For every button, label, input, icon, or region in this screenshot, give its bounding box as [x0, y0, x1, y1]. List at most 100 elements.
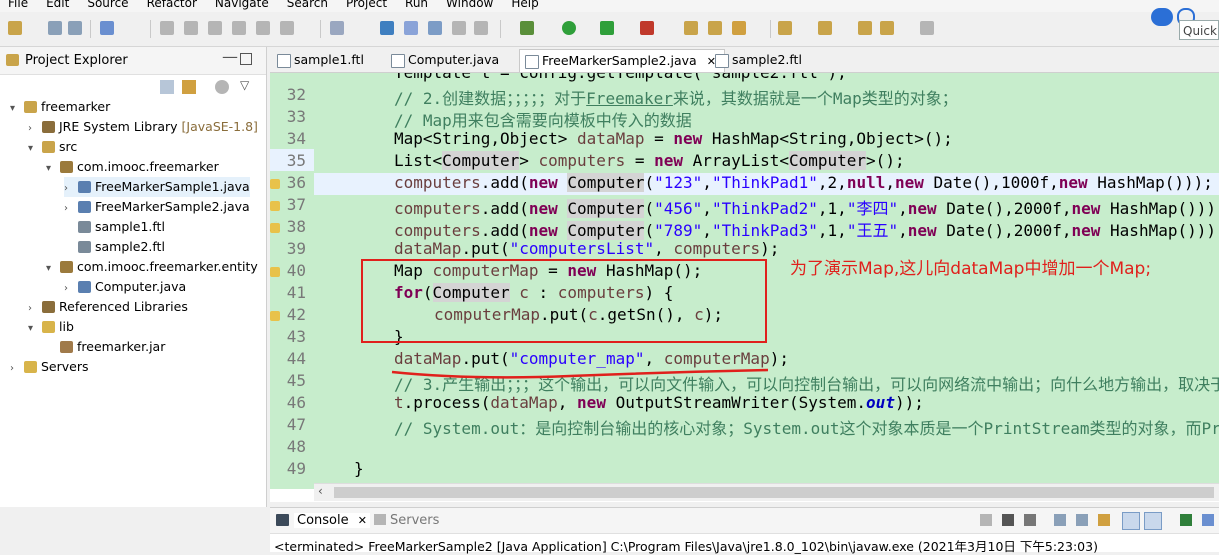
- disconnect-icon[interactable]: [232, 21, 246, 35]
- terminate-icon[interactable]: [208, 21, 222, 35]
- chevron-right-icon[interactable]: ›: [28, 299, 42, 319]
- close-console-icon[interactable]: ✕: [358, 514, 367, 527]
- chevron-right-icon[interactable]: ›: [64, 199, 78, 219]
- warning-icon[interactable]: [270, 179, 280, 189]
- chevron-right-icon[interactable]: ›: [10, 359, 24, 379]
- tab-sample2-ftl[interactable]: sample2.ftl: [710, 49, 810, 71]
- show-whitespace-icon[interactable]: [474, 21, 488, 35]
- tree-item-freemarkersample2-java[interactable]: › FreeMarkerSample2.java: [64, 197, 250, 217]
- open-folder-icon[interactable]: [708, 21, 722, 35]
- next-annotation-icon[interactable]: [778, 21, 792, 35]
- pin-console-icon[interactable]: [1180, 514, 1192, 526]
- chevron-down-icon[interactable]: ▾: [46, 259, 60, 279]
- menu-source[interactable]: Source: [87, 0, 128, 10]
- tab-freemarkersample2-java[interactable]: FreeMarkerSample2.java ✕: [519, 49, 725, 72]
- tab-console[interactable]: Console ✕: [294, 513, 370, 528]
- link-editor-icon[interactable]: [182, 80, 196, 94]
- scrollbar-thumb[interactable]: [334, 487, 1214, 498]
- scroll-lock-icon[interactable]: [1076, 514, 1088, 526]
- tab-computer-java[interactable]: Computer.java: [386, 49, 507, 71]
- chevron-right-icon[interactable]: ›: [64, 179, 78, 199]
- tab-servers[interactable]: Servers: [374, 513, 439, 528]
- tree-item-sample1-ftl[interactable]: sample1.ftl: [64, 217, 165, 237]
- terminate-console-icon[interactable]: [980, 514, 992, 526]
- block-selection-icon[interactable]: [452, 21, 466, 35]
- chevron-down-icon[interactable]: ▾: [10, 99, 24, 119]
- menu-window[interactable]: Window: [446, 0, 493, 10]
- menu-navigate[interactable]: Navigate: [215, 0, 269, 10]
- remove-all-icon[interactable]: [1024, 514, 1036, 526]
- tree-item-referenced-libraries[interactable]: › Referenced Libraries: [28, 297, 188, 317]
- chevron-right-icon[interactable]: ›: [64, 279, 78, 299]
- code-line-31: Template t = config.getTemplate("sample2…: [394, 73, 847, 82]
- warning-icon[interactable]: [270, 223, 280, 233]
- show-stdout-icon[interactable]: [1122, 512, 1140, 530]
- toggle-mark-icon[interactable]: [428, 21, 442, 35]
- tree-item-jre-system-library[interactable]: › JRE System Library [JavaSE-1.8]: [28, 117, 258, 137]
- focus-icon[interactable]: [215, 80, 229, 94]
- coverage-icon[interactable]: [600, 21, 614, 35]
- servers-icon: [374, 514, 386, 525]
- console-header: Console ✕ Servers: [270, 508, 1219, 534]
- save-all-icon[interactable]: [68, 21, 82, 35]
- java-file-icon: [78, 281, 91, 293]
- chevron-right-icon[interactable]: ›: [28, 119, 42, 139]
- tree-item-com-imooc-freemarker-entity[interactable]: ▾ com.imooc.freemarker.entity: [46, 257, 258, 277]
- prev-annotation-icon[interactable]: [818, 21, 832, 35]
- minimize-icon[interactable]: —: [222, 47, 238, 66]
- menu-help[interactable]: Help: [511, 0, 538, 10]
- menu-project[interactable]: Project: [346, 0, 387, 10]
- new-icon[interactable]: [8, 21, 22, 35]
- pin-icon[interactable]: [380, 21, 394, 35]
- debug-icon[interactable]: [520, 21, 534, 35]
- menu-search[interactable]: Search: [287, 0, 328, 10]
- resume-icon[interactable]: [160, 21, 174, 35]
- menu-run[interactable]: Run: [405, 0, 428, 10]
- search-icon[interactable]: [732, 21, 746, 35]
- last-edit-icon[interactable]: [858, 21, 872, 35]
- tree-item-lib[interactable]: ▾ lib: [28, 317, 74, 337]
- suspend-icon[interactable]: [184, 21, 198, 35]
- save-icon[interactable]: [48, 21, 62, 35]
- collapse-all-icon[interactable]: [160, 80, 174, 94]
- tree-item-computer-java[interactable]: › Computer.java: [64, 277, 186, 297]
- tab-sample1-ftl[interactable]: sample1.ftl: [272, 49, 372, 71]
- back-icon[interactable]: [880, 21, 894, 35]
- tree-item-freemarker-jar[interactable]: freemarker.jar: [46, 337, 165, 357]
- quick-access-input[interactable]: Quick: [1179, 20, 1219, 40]
- maximize-icon[interactable]: [240, 53, 252, 65]
- chevron-down-icon[interactable]: ▾: [28, 319, 42, 339]
- clear-console-icon[interactable]: [1054, 514, 1066, 526]
- console-icon[interactable]: [100, 21, 114, 35]
- tree-item-sample2-ftl[interactable]: sample2.ftl: [64, 237, 165, 257]
- tree-item-freemarker[interactable]: ▾ freemarker: [10, 97, 110, 117]
- tree-item-src[interactable]: ▾ src: [28, 137, 77, 157]
- open-type-icon[interactable]: [330, 21, 344, 35]
- remove-launch-icon[interactable]: [1002, 514, 1014, 526]
- chevron-down-icon[interactable]: ▾: [28, 139, 42, 159]
- scroll-left-icon[interactable]: ‹: [318, 484, 323, 498]
- show-stderr-icon[interactable]: [1144, 512, 1162, 530]
- source-folder-icon: [42, 141, 55, 153]
- external-tools-icon[interactable]: [640, 21, 654, 35]
- highlight-icon[interactable]: [404, 21, 418, 35]
- horizontal-scrollbar[interactable]: ‹: [314, 483, 1219, 501]
- warning-icon[interactable]: [270, 267, 280, 277]
- step-into-icon[interactable]: [256, 21, 270, 35]
- step-over-icon[interactable]: [280, 21, 294, 35]
- chevron-down-icon[interactable]: ▾: [46, 159, 60, 179]
- tree-item-com-imooc-freemarker[interactable]: ▾ com.imooc.freemarker: [46, 157, 219, 177]
- word-wrap-icon[interactable]: [1098, 514, 1110, 526]
- menu-refactor[interactable]: Refactor: [147, 0, 197, 10]
- view-menu-icon[interactable]: ▽: [240, 78, 249, 92]
- warning-icon[interactable]: [270, 311, 280, 321]
- display-console-icon[interactable]: [1202, 514, 1214, 526]
- menu-edit[interactable]: Edit: [46, 0, 69, 10]
- tree-item-freemarkersample1-java[interactable]: › FreeMarkerSample1.java: [64, 177, 250, 197]
- new-java-project-icon[interactable]: [684, 21, 698, 35]
- menu-file[interactable]: File: [8, 0, 28, 10]
- forward-icon[interactable]: [920, 21, 934, 35]
- run-icon[interactable]: [562, 21, 576, 35]
- tree-item-servers[interactable]: › Servers: [10, 357, 89, 377]
- warning-icon[interactable]: [270, 201, 280, 211]
